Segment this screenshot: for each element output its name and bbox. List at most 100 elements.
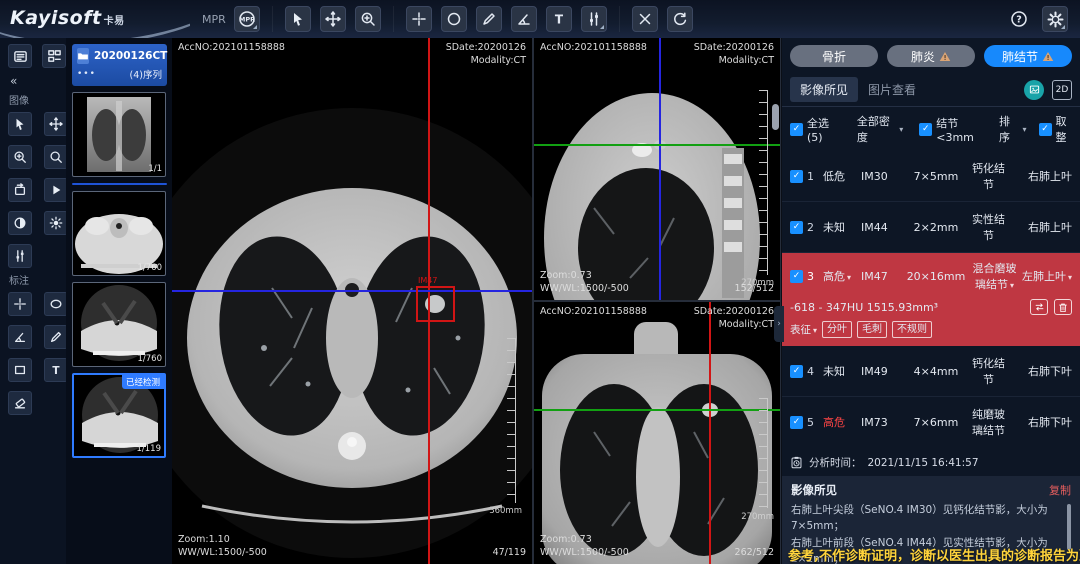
mpr-button[interactable]: MPR [234,6,260,32]
window-level-side-button[interactable] [8,244,32,268]
nodule-roi-box[interactable] [416,286,455,322]
magnifier-side-button[interactable] [44,145,68,169]
zoom-in-side-button[interactable] [8,145,32,169]
feature-dropdown[interactable]: 表征 [790,322,817,337]
angle-annotation-side-button[interactable] [8,325,32,349]
caret-down-icon [1023,125,1027,134]
nodule-risk-dropdown[interactable]: 高危 [823,268,851,284]
brightness-side-button[interactable] [44,211,68,235]
nodule-checkbox[interactable] [790,365,803,378]
warning-icon [939,51,951,62]
series-thumbnail-2[interactable]: 1/760 [72,191,166,276]
caret-down-icon [847,273,851,282]
round-checkbox[interactable]: 取整 [1039,113,1072,145]
zoom-in-icon [13,150,27,164]
reset-button[interactable] [667,6,693,32]
zoom-tool-button[interactable] [355,6,381,32]
cursor-tool-side-button[interactable] [8,112,32,136]
select-all-checkbox[interactable]: 全选(5) [790,115,837,144]
nodule-no: 5 [807,416,819,429]
hanging-protocol-button[interactable] [42,44,66,68]
sagittal-scrollbar-thumb[interactable] [772,104,779,130]
tab-fracture[interactable]: 骨折 [790,45,878,67]
eraser-side-button[interactable] [8,391,32,415]
sagittal-viewport[interactable]: 270mm AccNO:202101158888 SDate:20200126 … [534,38,780,300]
nodule-checkbox[interactable] [790,270,803,283]
more-menu-icon[interactable] [77,69,96,79]
tab-lung-nodule[interactable]: 肺结节 [984,45,1072,67]
nodule-row-4[interactable]: 4 未知 IM49 4×4mm 钙化结节 右肺下叶 [782,346,1080,397]
series-list-button[interactable] [8,44,32,68]
findings-copy-button[interactable]: 复制 [1049,482,1071,498]
rotate-side-button[interactable] [8,178,32,202]
angle-annotation-button[interactable] [511,6,537,32]
text-annotation-side-button[interactable]: T [44,358,68,382]
series-thumbnail-scout[interactable]: 1/1 [72,92,166,177]
svg-text:?: ? [1016,15,1022,26]
pan-tool-button[interactable] [320,6,346,32]
window-level-button[interactable] [581,6,607,32]
tab-image-view[interactable]: 图片查看 [858,77,926,102]
ellipse-annotation-side-button[interactable] [44,292,68,316]
text-annotation-button[interactable]: T [546,6,572,32]
nodule-type: 钙化结节 [971,355,1006,387]
nodule-checkbox[interactable] [790,221,803,234]
pan-tool-side-button[interactable] [44,112,68,136]
nodule-row-3-selected[interactable]: 3 高危 IM47 20×16mm 混合磨玻璃结节 左肺上叶 -618 - 34… [782,253,1080,346]
series-thumbnail-3[interactable]: 1/760 [72,282,166,367]
panel-collapse-handle[interactable] [774,306,784,342]
sort-dropdown[interactable]: 排序 [999,113,1026,145]
axial-accno: AccNO:202101158888 [178,42,285,55]
pencil-annotation-side-button[interactable] [44,325,68,349]
nodule-location-dropdown[interactable]: 左肺上叶 [1022,268,1072,284]
text-icon: T [49,363,63,377]
tab-findings[interactable]: 影像所见 [790,77,858,102]
crosshair-green-horizontal[interactable] [534,144,780,146]
feature-tag[interactable]: 不规则 [892,321,932,338]
tab-pneumonia[interactable]: 肺炎 [887,45,975,67]
cursor-tool-button[interactable] [285,6,311,32]
density-filter-dropdown[interactable]: 全部密度 [857,113,903,145]
pencil-annotation-button[interactable] [476,6,502,32]
delete-button[interactable] [1054,299,1072,315]
cine-play-side-button[interactable] [44,178,68,202]
invert-side-button[interactable] [8,211,32,235]
report-image-button[interactable] [1024,80,1044,100]
point-annotation-button[interactable] [406,6,432,32]
series-thumbnail-4-active[interactable]: 已经检测 1/119 [72,373,166,458]
nodule-checkbox[interactable] [790,170,803,183]
sort-label: 排序 [999,113,1016,145]
settings-button[interactable] [1042,6,1068,32]
help-button[interactable]: ? [1006,6,1032,32]
findings-scrollbar-thumb[interactable] [1067,504,1071,550]
nodule-row-1[interactable]: 1 低危 IM30 7×5mm 钙化结节 右肺上叶 [782,151,1080,202]
study-header[interactable]: 20200126CT (4)序列 [72,44,167,86]
nodule-row-2[interactable]: 2 未知 IM44 2×2mm 实性结节 右肺上叶 [782,202,1080,253]
compare-button[interactable] [1030,299,1048,315]
clear-annotations-button[interactable] [632,6,658,32]
nodule-type: 纯磨玻璃结节 [971,406,1006,438]
axial-viewport[interactable]: IM47 360mm AccNO:202101158888 SDate:2020… [172,38,532,564]
mode-2d-button[interactable]: 2D [1052,80,1072,100]
coronal-viewport[interactable]: 270mm AccNO:202101158888 SDate:20200126 … [534,302,780,564]
small-nodule-checkbox[interactable]: 结节<3mm [919,115,985,144]
sagittal-window: WW/WL:1500/-500 [540,283,629,294]
rect-annotation-side-button[interactable] [8,358,32,382]
view-tab-row: 影像所见 图片查看 2D [782,73,1080,107]
point-annotation-side-button[interactable] [8,292,32,316]
top-toolbar: Kayisoft卡易 MPR MPR [0,0,1080,38]
nodule-checkbox[interactable] [790,416,803,429]
feature-tag[interactable]: 分叶 [822,321,852,338]
collapse-panel-button[interactable] [10,74,24,88]
nodule-risk: 高危 [823,414,857,430]
nodule-type: 钙化结节 [971,160,1006,192]
nodule-type-dropdown[interactable]: 混合磨玻璃结节 [971,260,1018,292]
crosshair-blue-horizontal[interactable] [172,290,532,292]
image-section-label: 图像 [9,92,66,107]
crosshair-blue-vertical[interactable] [659,38,661,300]
feature-tag[interactable]: 毛刺 [857,321,887,338]
ellipse-annotation-button[interactable] [441,6,467,32]
crosshair-green-horizontal[interactable] [534,409,780,411]
crosshair-red-vertical[interactable] [709,302,711,564]
nodule-row-5[interactable]: 5 高危 IM73 7×6mm 纯磨玻璃结节 右肺下叶 [782,397,1080,447]
